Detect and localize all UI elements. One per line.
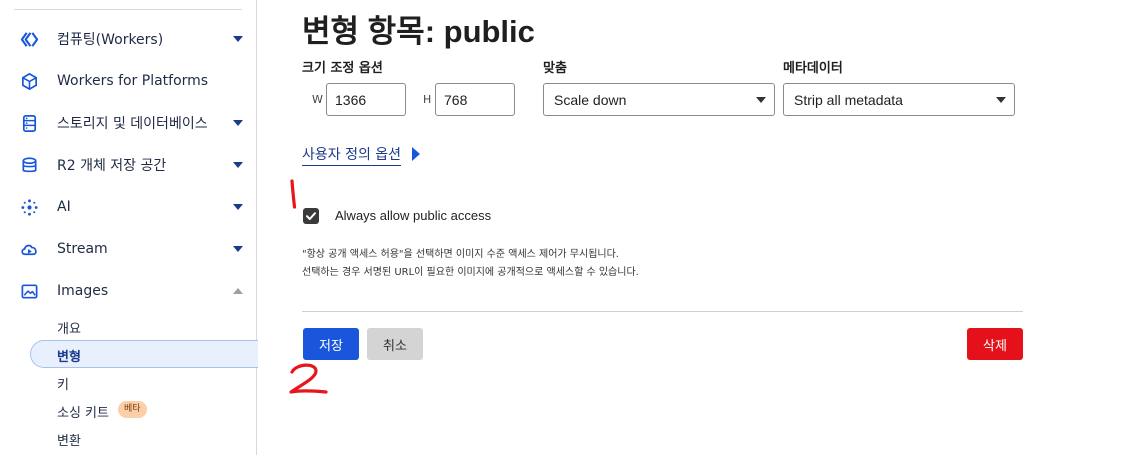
sidebar-item-ai[interactable]: AI bbox=[0, 193, 256, 221]
height-input[interactable] bbox=[435, 83, 515, 116]
sparkle-icon bbox=[20, 198, 39, 217]
cube-icon bbox=[20, 72, 39, 91]
public-access-checkbox[interactable] bbox=[303, 208, 319, 224]
sidebar-item-label: Workers for Platforms bbox=[57, 73, 209, 89]
help-text-line2: 선택하는 경우 서명된 URL이 필요한 이미지에 공개적으로 액세스할 수 있… bbox=[302, 267, 639, 278]
sidebar-item-workers-for-platforms[interactable]: Workers for Platforms bbox=[0, 67, 256, 95]
public-access-label: Always allow public access bbox=[335, 208, 492, 223]
cloud-play-icon bbox=[20, 240, 39, 259]
sidebar-item-label: Images bbox=[57, 283, 109, 299]
fit-select-value: Scale down bbox=[554, 92, 627, 108]
sidebar-item-storage[interactable]: 스토리지 및 데이터베이스 bbox=[0, 109, 256, 137]
metadata-select-value: Strip all metadata bbox=[794, 92, 903, 108]
sidebar-item-label: Stream bbox=[57, 241, 108, 257]
sidebar-subitem-transformations[interactable]: 변환 bbox=[57, 430, 81, 449]
section-divider bbox=[302, 311, 1023, 312]
sidebar-item-label: 스토리지 및 데이터베이스 bbox=[57, 116, 208, 132]
sidebar-item-label: 컴퓨팅(Workers) bbox=[57, 32, 164, 48]
sidebar-item-stream[interactable]: Stream bbox=[0, 235, 256, 263]
sidebar-subitem-keys[interactable]: 키 bbox=[57, 374, 69, 393]
chevron-up-icon bbox=[233, 288, 243, 294]
width-prefix: W bbox=[312, 93, 323, 106]
sidebar-subitem-variants[interactable]: 변형 bbox=[57, 346, 81, 365]
sidebar: 컴퓨팅(Workers) Workers for Platforms 스토리지 … bbox=[0, 0, 258, 455]
cancel-button[interactable]: 취소 bbox=[367, 328, 423, 360]
chevron-down-icon bbox=[996, 97, 1006, 103]
sidebar-item-r2[interactable]: R2 개체 저장 공간 bbox=[0, 151, 256, 179]
beta-badge: 베타 bbox=[118, 401, 147, 418]
height-prefix: H bbox=[423, 93, 432, 106]
sidebar-item-label: R2 개체 저장 공간 bbox=[57, 158, 167, 174]
sidebar-item-label: AI bbox=[57, 199, 71, 215]
custom-options-link[interactable]: 사용자 정의 옵션 bbox=[302, 144, 402, 166]
checkmark-icon bbox=[306, 212, 316, 220]
chevron-down-icon bbox=[233, 162, 243, 168]
save-button[interactable]: 저장 bbox=[303, 328, 359, 360]
sidebar-item-workers[interactable]: 컴퓨팅(Workers) bbox=[0, 25, 256, 53]
chevron-down-icon bbox=[233, 246, 243, 252]
chevron-down-icon bbox=[233, 36, 243, 42]
bucket-icon bbox=[20, 156, 39, 175]
sidebar-item-images[interactable]: Images bbox=[0, 277, 256, 305]
annotation-mark-2 bbox=[289, 363, 328, 394]
delete-button[interactable]: 삭제 bbox=[967, 328, 1023, 360]
chevron-down-icon bbox=[233, 204, 243, 210]
sidebar-subitem-overview[interactable]: 개요 bbox=[57, 318, 81, 337]
chevron-right-icon[interactable] bbox=[412, 147, 420, 161]
metadata-select[interactable]: Strip all metadata bbox=[783, 83, 1015, 116]
sidebar-divider bbox=[14, 9, 242, 10]
help-text-line1: "항상 공개 액세스 허용"을 선택하면 이미지 수준 액세스 제어가 무시됩니… bbox=[302, 249, 619, 260]
annotation-mark-1 bbox=[290, 179, 297, 209]
chevron-down-icon bbox=[233, 120, 243, 126]
sidebar-subitem-sourcing-kit[interactable]: 소싱 키트 bbox=[57, 402, 109, 421]
resize-options-label: 크기 조정 옵션 bbox=[302, 61, 383, 76]
metadata-label: 메타데이터 bbox=[783, 61, 843, 76]
fit-select[interactable]: Scale down bbox=[543, 83, 775, 116]
chevron-down-icon bbox=[756, 97, 766, 103]
width-input[interactable] bbox=[326, 83, 406, 116]
database-icon bbox=[20, 114, 39, 133]
page-title: 변형 항목: public bbox=[302, 14, 535, 49]
workers-icon bbox=[20, 30, 39, 49]
image-icon bbox=[20, 282, 39, 301]
fit-label: 맞춤 bbox=[543, 61, 567, 76]
